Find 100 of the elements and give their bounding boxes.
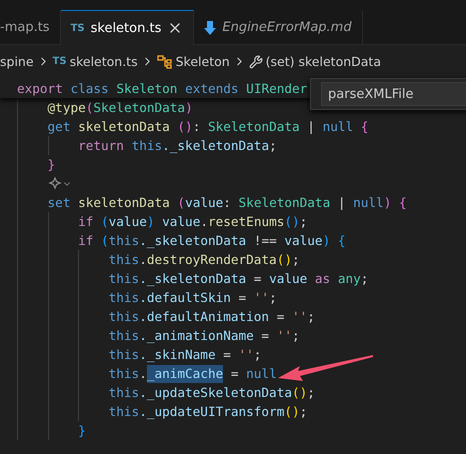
code-token: { bbox=[336, 233, 346, 248]
sparkle-icon[interactable] bbox=[48, 177, 62, 190]
file-type-label: TS bbox=[52, 56, 67, 67]
code-token: null bbox=[353, 195, 384, 210]
code-token: value bbox=[108, 214, 147, 229]
code-token: this bbox=[130, 138, 162, 153]
code-token: = bbox=[252, 271, 262, 286]
code-token: ._skeletonData bbox=[162, 138, 270, 153]
input-field[interactable]: parseXMLFile bbox=[321, 82, 466, 106]
code-token: () bbox=[284, 404, 300, 419]
code-token: { bbox=[398, 195, 407, 210]
breadcrumb-item[interactable]: (set) skeletonData bbox=[266, 54, 381, 69]
code-token: set bbox=[48, 195, 70, 210]
code-token: ) bbox=[322, 233, 330, 248]
code-token: ; bbox=[300, 404, 308, 419]
code-token: resetEnums bbox=[208, 214, 284, 229]
code-token: return bbox=[78, 138, 124, 153]
code-token: this bbox=[108, 309, 140, 324]
code-token: '' bbox=[238, 347, 254, 362]
code-token: ) bbox=[146, 214, 154, 229]
code-token: { bbox=[360, 119, 368, 134]
code-token: this bbox=[108, 271, 140, 286]
code-token: export bbox=[17, 80, 63, 96]
code-token: as bbox=[314, 271, 330, 286]
code-token: '' bbox=[276, 328, 292, 343]
code-token: ; bbox=[292, 252, 300, 267]
editor-tab[interactable]: -map.ts bbox=[0, 10, 61, 44]
code-token: : bbox=[223, 195, 232, 210]
code-token: () bbox=[276, 252, 292, 267]
class-icon bbox=[156, 54, 173, 68]
code-token: value bbox=[269, 271, 308, 286]
code-token: Skeleton bbox=[115, 80, 178, 96]
code-token: value bbox=[284, 233, 323, 248]
code-token: SkeletonData bbox=[238, 195, 330, 210]
code-token: if bbox=[78, 214, 94, 229]
code-token: () bbox=[177, 119, 193, 134]
code-token: SkeletonData bbox=[208, 119, 300, 134]
code-token: = bbox=[230, 366, 240, 381]
code-token: this bbox=[108, 233, 140, 248]
code-token: ; bbox=[269, 138, 277, 153]
code-token: @type bbox=[48, 100, 86, 115]
code-token: this bbox=[108, 366, 140, 381]
breadcrumb-item[interactable]: skeleton.ts bbox=[70, 54, 138, 69]
code-token: } bbox=[48, 157, 56, 172]
code-token: get bbox=[48, 119, 70, 134]
code-token: class bbox=[69, 80, 109, 96]
code-token: ._skeletonData bbox=[139, 233, 246, 248]
code-token: ( bbox=[86, 100, 94, 115]
code-token: this bbox=[108, 347, 140, 362]
code-token: | bbox=[306, 119, 316, 134]
tab-label: -map.ts bbox=[0, 20, 50, 35]
code-token: = bbox=[238, 290, 248, 305]
code-token: '' bbox=[254, 290, 270, 305]
code-token: value bbox=[185, 195, 224, 210]
code-token: ) bbox=[384, 195, 392, 210]
code-token: UIRender bbox=[245, 80, 308, 96]
code-token: null bbox=[322, 119, 354, 134]
code-token: ._animationName bbox=[139, 328, 254, 343]
code-token: this bbox=[108, 385, 140, 400]
code-token: !== bbox=[252, 233, 278, 248]
code-token: ._skinName bbox=[139, 347, 216, 362]
code-token: = bbox=[222, 347, 232, 362]
code-token: ; bbox=[254, 347, 262, 362]
code-token: ( bbox=[100, 233, 109, 248]
code-token: ; bbox=[300, 214, 308, 229]
code-token: ; bbox=[292, 328, 300, 343]
editor-tab[interactable]: TS skeleton.ts bbox=[60, 10, 194, 45]
breadcrumb-item[interactable]: spine bbox=[0, 54, 34, 69]
code-token: extends bbox=[184, 80, 239, 96]
code-token: () bbox=[284, 214, 300, 229]
code-token: ; bbox=[269, 290, 277, 305]
code-token: skeletonData bbox=[77, 119, 171, 134]
code-token: . bbox=[139, 366, 147, 381]
code-token: .defaultSkin bbox=[139, 290, 231, 305]
code-token: this bbox=[108, 290, 140, 305]
code-token: ; bbox=[307, 309, 315, 324]
code-token: any bbox=[336, 271, 361, 286]
code-token: () bbox=[292, 385, 308, 400]
code-token: SkeletonData bbox=[93, 100, 186, 115]
code-token: this bbox=[108, 328, 140, 343]
download-icon bbox=[204, 20, 216, 34]
breadcrumb-item[interactable]: Skeleton bbox=[176, 54, 230, 69]
wrench-icon bbox=[248, 54, 263, 68]
code-token: null bbox=[246, 366, 277, 381]
code-token: ( bbox=[100, 214, 109, 229]
code-token: : bbox=[192, 119, 202, 134]
file-type-label: TS bbox=[70, 22, 85, 34]
code-token: this bbox=[108, 252, 140, 267]
code-token: if bbox=[78, 233, 94, 248]
code-token: | bbox=[336, 195, 346, 210]
code-token: . bbox=[200, 214, 208, 229]
code-token: skeletonData bbox=[77, 195, 171, 210]
code-token: = bbox=[276, 309, 286, 324]
code-token: . bbox=[139, 252, 147, 267]
code-token: ._updateSkeletonData bbox=[139, 385, 292, 400]
code-token: ._skeletonData bbox=[139, 271, 246, 286]
code-token: ) bbox=[185, 100, 193, 115]
code-token: ; bbox=[307, 385, 315, 400]
tab-label: skeleton.ts bbox=[90, 20, 162, 36]
code-token: .defaultAnimation bbox=[139, 309, 270, 324]
